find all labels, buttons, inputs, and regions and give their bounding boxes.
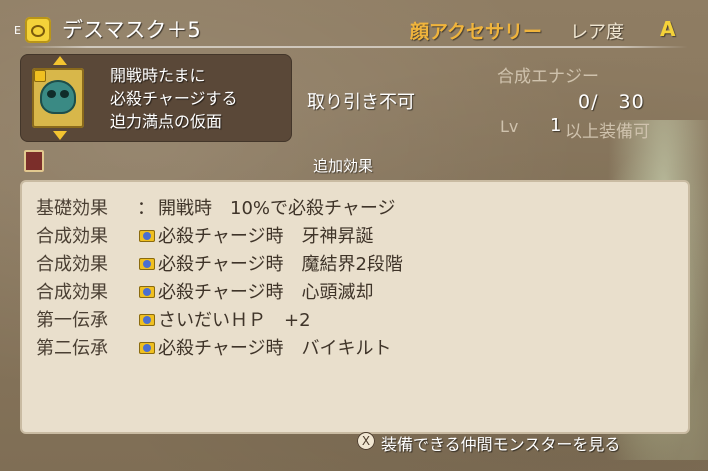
energy-label: 合成エナジー — [497, 67, 599, 87]
crown-icon — [138, 310, 156, 328]
effects-title: 追加効果 — [313, 157, 374, 175]
effect-label: 合成効果 — [36, 226, 108, 247]
rarity-value: A — [660, 17, 676, 41]
crown-icon — [138, 338, 156, 356]
header-divider — [20, 46, 688, 48]
item-category: 顔アクセサリー — [410, 21, 543, 43]
level-requirement-note: 以上装備可 — [565, 122, 650, 142]
lock-icon — [34, 70, 46, 82]
effect-row: 第二伝承 必殺チャージ時 バイキルト — [36, 334, 391, 360]
crown-icon — [138, 226, 156, 244]
trade-status: 取り引き不可 — [307, 92, 415, 113]
effect-label: 基礎効果 — [36, 198, 108, 219]
item-name: デスマスク＋5 — [62, 18, 201, 42]
description-line: 迫力満点の仮面 — [110, 112, 223, 131]
scroll-down-icon[interactable] — [53, 131, 67, 140]
crown-icon — [138, 254, 156, 272]
level-label: Lv — [500, 117, 519, 136]
effect-label: 第一伝承 — [36, 310, 108, 331]
item-description: 開戦時たまに 必殺チャージする 迫力満点の仮面 — [110, 64, 238, 133]
effect-row: 合成効果 必殺チャージ時 心頭滅却 — [36, 278, 373, 304]
effect-label: 合成効果 — [36, 282, 108, 303]
effect-row: 合成効果 必殺チャージ時 魔結界2段階 — [36, 250, 403, 276]
effect-label: 合成効果 — [36, 254, 108, 275]
book-icon[interactable] — [24, 150, 44, 172]
energy-value: 0/ 30 — [578, 91, 645, 113]
x-button-icon[interactable]: X — [357, 432, 375, 450]
effect-text: 必殺チャージ時 バイキルト — [158, 338, 392, 359]
effect-text: 開戦時 10%で必殺チャージ — [158, 198, 396, 219]
effects-panel: 基礎効果 ： 開戦時 10%で必殺チャージ 合成効果 必殺チャージ時 牙神昇誕 … — [20, 180, 690, 434]
crown-icon — [138, 282, 156, 300]
accessory-icon — [25, 17, 51, 43]
rarity-label: レア度 — [570, 22, 624, 43]
effect-row: 基礎効果 ： 開戦時 10%で必殺チャージ — [36, 194, 395, 220]
effect-colon: ： — [137, 198, 155, 219]
death-mask-icon — [40, 80, 76, 114]
effect-label: 第二伝承 — [36, 338, 108, 359]
level-value: 1 — [550, 115, 562, 136]
effect-text: さいだいＨＰ +2 — [158, 310, 311, 331]
effect-text: 必殺チャージ時 心頭滅却 — [158, 282, 374, 303]
description-line: 開戦時たまに — [110, 66, 206, 85]
item-portrait — [32, 68, 84, 128]
description-line: 必殺チャージする — [110, 89, 238, 108]
effect-text: 必殺チャージ時 魔結界2段階 — [158, 254, 403, 275]
view-monsters-action[interactable]: 装備できる仲間モンスターを見る — [381, 431, 620, 455]
effect-row: 第一伝承 さいだいＨＰ +2 — [36, 306, 311, 332]
equipped-marker: E — [14, 24, 21, 37]
effect-text: 必殺チャージ時 牙神昇誕 — [158, 226, 374, 247]
effect-row: 合成効果 必殺チャージ時 牙神昇誕 — [36, 222, 373, 248]
scroll-up-icon[interactable] — [53, 56, 67, 65]
